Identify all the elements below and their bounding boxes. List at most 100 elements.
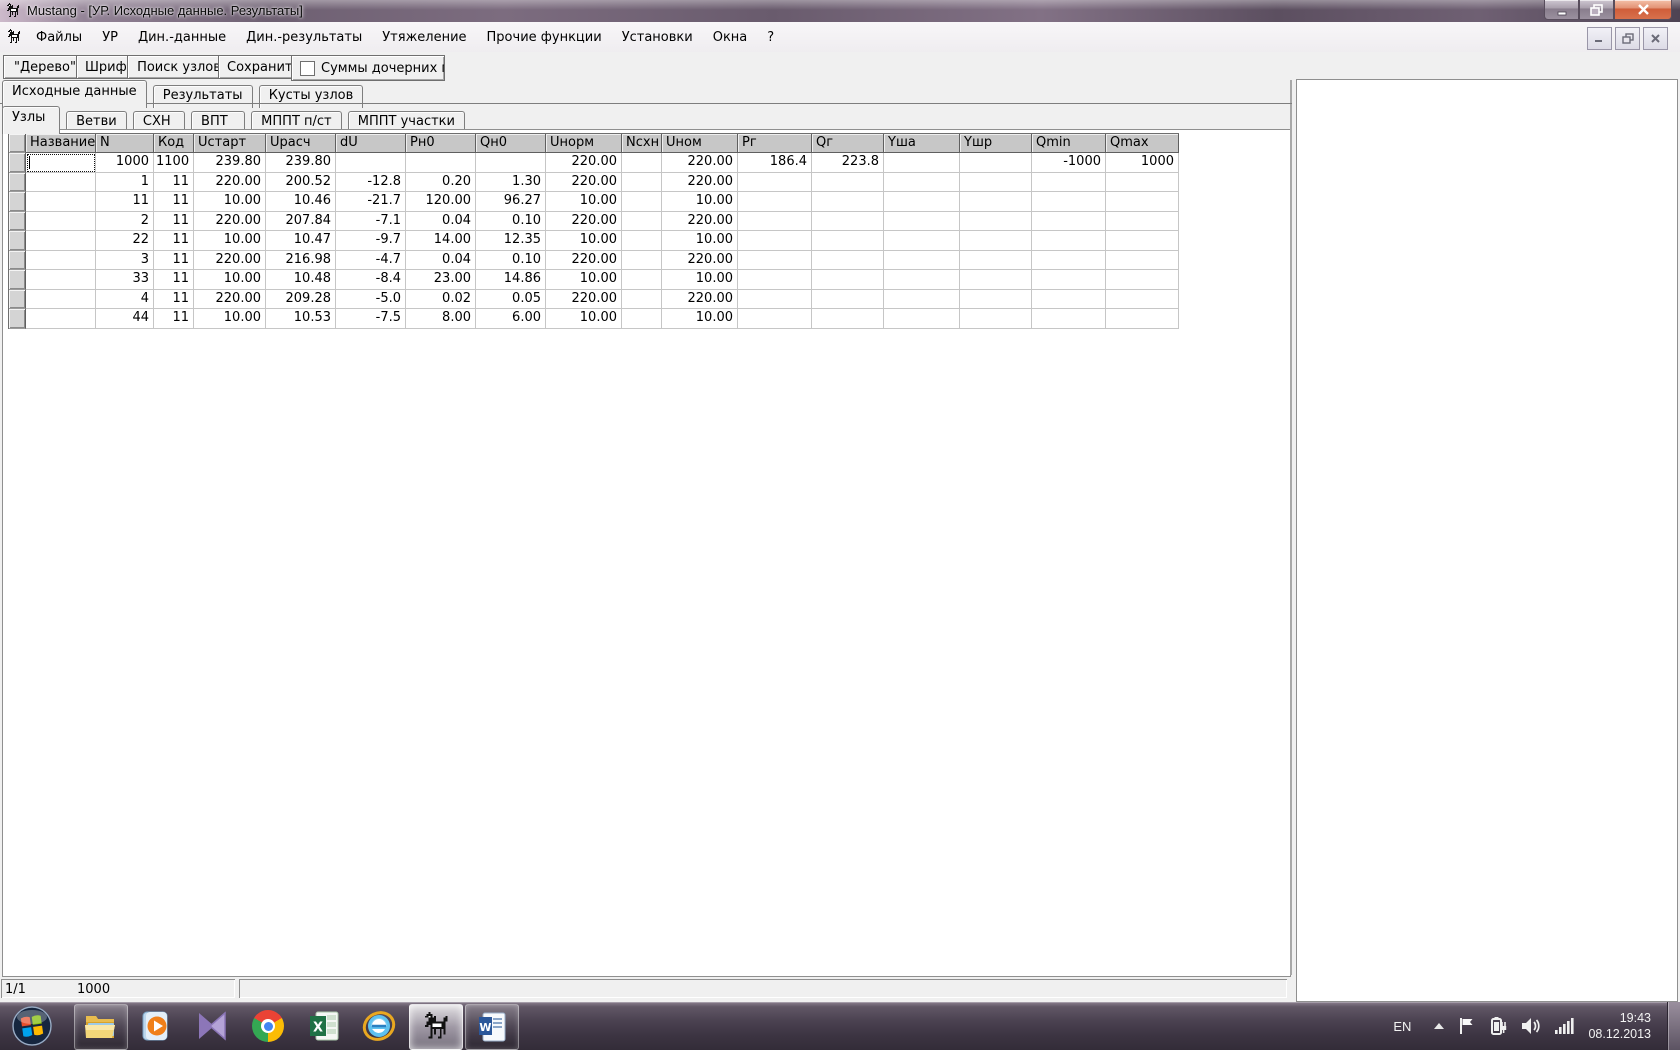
tree-button[interactable]: "Дерево" — [3, 55, 87, 79]
tab-results[interactable]: Результаты — [153, 85, 253, 108]
table-cell[interactable] — [26, 251, 96, 271]
column-header[interactable]: Pн0 — [406, 134, 476, 153]
restore-button[interactable] — [1579, 0, 1614, 20]
table-cell[interactable] — [960, 270, 1032, 290]
row-selector[interactable] — [9, 192, 26, 212]
table-cell[interactable] — [1032, 192, 1106, 212]
table-cell[interactable] — [1032, 309, 1106, 329]
table-cell[interactable]: 220.00 — [194, 290, 266, 310]
table-cell[interactable]: 120.00 — [406, 192, 476, 212]
table-cell[interactable] — [738, 173, 812, 193]
table-cell[interactable]: 186.4 — [738, 153, 812, 173]
table-cell[interactable] — [26, 173, 96, 193]
mdi-restore-button[interactable] — [1615, 27, 1640, 50]
table-cell[interactable]: 220.00 — [662, 173, 738, 193]
taskbar-media-player-button[interactable] — [130, 1004, 182, 1048]
table-cell[interactable]: 23.00 — [406, 270, 476, 290]
table-cell[interactable] — [812, 173, 884, 193]
clock[interactable]: 19:43 08.12.2013 — [1588, 1010, 1651, 1042]
table-cell[interactable] — [812, 309, 884, 329]
table-cell[interactable]: 10.48 — [266, 270, 336, 290]
menu-dyn-results[interactable]: Дин.-результаты — [236, 25, 372, 50]
table-cell[interactable] — [738, 192, 812, 212]
table-cell[interactable] — [738, 251, 812, 271]
table-cell[interactable]: 10.00 — [662, 309, 738, 329]
volume-button[interactable] — [1521, 1017, 1541, 1035]
table-cell[interactable]: 1 — [96, 173, 154, 193]
column-header[interactable]: Uном — [662, 134, 738, 153]
table-cell[interactable]: 0.10 — [476, 212, 546, 232]
menu-help[interactable]: ? — [757, 25, 784, 50]
table-cell[interactable]: 10.00 — [662, 192, 738, 212]
table-cell[interactable]: 10.00 — [546, 309, 622, 329]
menu-loading[interactable]: Утяжеление — [372, 25, 476, 50]
table-cell[interactable] — [622, 309, 662, 329]
table-cell[interactable] — [1106, 251, 1179, 271]
menu-settings[interactable]: Установки — [612, 25, 703, 50]
table-cell[interactable] — [960, 192, 1032, 212]
table-cell[interactable]: 10.00 — [662, 231, 738, 251]
table-cell[interactable] — [622, 270, 662, 290]
table-cell[interactable] — [1106, 309, 1179, 329]
mdi-minimize-button[interactable] — [1587, 27, 1612, 50]
table-cell[interactable] — [1106, 290, 1179, 310]
table-cell[interactable] — [622, 212, 662, 232]
table-cell[interactable] — [884, 212, 960, 232]
column-header[interactable]: Uстарт — [194, 134, 266, 153]
mdi-close-button[interactable] — [1643, 27, 1668, 50]
table-cell[interactable] — [26, 192, 96, 212]
table-cell[interactable] — [812, 290, 884, 310]
taskbar-chrome-button[interactable] — [242, 1004, 294, 1048]
table-cell[interactable] — [960, 251, 1032, 271]
network-button[interactable] — [1555, 1018, 1574, 1034]
table-cell[interactable]: 220.00 — [546, 153, 622, 173]
tab-source-data[interactable]: Исходные данные — [2, 80, 147, 108]
table-cell[interactable] — [738, 309, 812, 329]
taskbar-word-button[interactable]: W — [465, 1004, 519, 1050]
table-cell[interactable] — [884, 231, 960, 251]
table-cell[interactable]: 209.28 — [266, 290, 336, 310]
tab-node-clusters[interactable]: Кусты узлов — [259, 85, 364, 108]
menu-dyn-data[interactable]: Дин.-данные — [128, 25, 236, 50]
table-cell[interactable] — [884, 290, 960, 310]
table-cell[interactable]: 200.52 — [266, 173, 336, 193]
row-selector[interactable] — [9, 290, 26, 310]
power-button[interactable] — [1489, 1016, 1507, 1036]
table-cell[interactable]: 1100 — [154, 153, 194, 173]
table-cell[interactable]: 0.20 — [406, 173, 476, 193]
table-cell[interactable] — [884, 270, 960, 290]
table-cell[interactable]: 12.35 — [476, 231, 546, 251]
table-cell[interactable]: 10.00 — [194, 231, 266, 251]
taskbar-excel-button[interactable]: X — [298, 1004, 350, 1048]
table-cell[interactable] — [884, 153, 960, 173]
column-header[interactable]: Qmax — [1106, 134, 1179, 153]
table-cell[interactable]: 11 — [154, 270, 194, 290]
row-selector[interactable] — [9, 251, 26, 271]
table-cell[interactable]: 11 — [154, 251, 194, 271]
table-cell[interactable]: 44 — [96, 309, 154, 329]
table-cell[interactable]: 96.27 — [476, 192, 546, 212]
table-cell[interactable]: 11 — [154, 173, 194, 193]
table-cell[interactable]: 220.00 — [546, 173, 622, 193]
table-cell[interactable]: 220.00 — [546, 290, 622, 310]
table-cell[interactable] — [738, 270, 812, 290]
table-cell[interactable]: 0.02 — [406, 290, 476, 310]
table-cell[interactable]: 11 — [154, 192, 194, 212]
table-cell[interactable]: 216.98 — [266, 251, 336, 271]
table-cell[interactable]: 10.00 — [546, 192, 622, 212]
table-cell[interactable]: 220.00 — [546, 251, 622, 271]
table-cell[interactable] — [1032, 251, 1106, 271]
table-cell[interactable]: 11 — [154, 231, 194, 251]
table-cell[interactable] — [812, 231, 884, 251]
table-cell[interactable]: 220.00 — [662, 153, 738, 173]
table-cell[interactable]: -5.0 — [336, 290, 406, 310]
column-header[interactable]: Nсхн — [622, 134, 662, 153]
table-cell[interactable] — [738, 290, 812, 310]
table-cell[interactable]: 8.00 — [406, 309, 476, 329]
table-cell[interactable] — [622, 251, 662, 271]
table-cell[interactable] — [812, 212, 884, 232]
table-cell[interactable]: 14.00 — [406, 231, 476, 251]
table-cell[interactable] — [960, 231, 1032, 251]
table-cell[interactable]: 223.8 — [812, 153, 884, 173]
grid-corner[interactable] — [9, 134, 26, 153]
